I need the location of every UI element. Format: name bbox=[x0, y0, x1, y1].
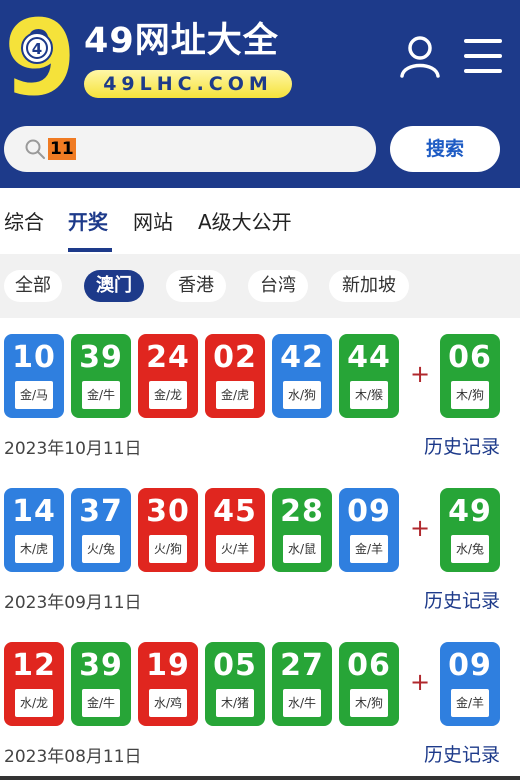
ball-number: 06 bbox=[347, 648, 391, 683]
ball-number: 49 bbox=[448, 494, 492, 529]
ball-number: 09 bbox=[347, 494, 391, 529]
logo-ball-number: 4 bbox=[32, 40, 42, 58]
ball-tag: 木/猪 bbox=[216, 689, 254, 717]
search-box[interactable]: 11 bbox=[4, 126, 376, 172]
user-icon[interactable] bbox=[398, 34, 442, 78]
ball-number: 30 bbox=[146, 494, 190, 529]
ball-tag: 水/狗 bbox=[283, 381, 321, 409]
ball-tag: 火/狗 bbox=[149, 535, 187, 563]
ball-number: 05 bbox=[213, 648, 257, 683]
active-tab-indicator bbox=[68, 248, 112, 252]
ball-number: 42 bbox=[280, 340, 324, 375]
history-link[interactable]: 历史记录 bbox=[424, 586, 500, 613]
ball-tag: 水/兔 bbox=[451, 535, 489, 563]
ball-tag: 金/龙 bbox=[149, 381, 187, 409]
special-ball: 09 金/羊 bbox=[440, 642, 500, 726]
ball-tag: 木/狗 bbox=[350, 689, 388, 717]
search-button[interactable]: 搜索 bbox=[390, 126, 500, 172]
history-link[interactable]: 历史记录 bbox=[424, 432, 500, 459]
plus-sign: + bbox=[410, 360, 431, 388]
region-filter: 全部 澳门 香港 台湾 新加坡 bbox=[0, 254, 520, 318]
ball-number: 39 bbox=[79, 648, 123, 683]
number-ball: 39 金/牛 bbox=[71, 642, 131, 726]
number-ball: 06 木/狗 bbox=[339, 642, 399, 726]
region-all[interactable]: 全部 bbox=[4, 270, 62, 302]
search-input[interactable]: 11 bbox=[48, 138, 76, 160]
tab-a-level-public[interactable]: A级大公开 bbox=[198, 206, 292, 235]
draw-result: 14 木/虎 37 火/兔 30 火/狗 45 火/羊 28 水/鼠 09 金/羊 + 49… bbox=[0, 488, 520, 618]
number-ball: 14 木/虎 bbox=[4, 488, 64, 572]
search-icon bbox=[25, 139, 45, 159]
draw-result: 12 水/龙 39 金/牛 19 水/鸡 05 木/猪 27 水/牛 06 木/狗 + 09… bbox=[0, 642, 520, 772]
ball-number: 37 bbox=[79, 494, 123, 529]
number-ball: 12 水/龙 bbox=[4, 642, 64, 726]
ball-number: 14 bbox=[12, 494, 56, 529]
ball-number: 45 bbox=[213, 494, 257, 529]
tab-lottery[interactable]: 开奖 bbox=[68, 206, 108, 235]
domain-badge: 49LHC.COM bbox=[84, 70, 292, 98]
site-logo[interactable]: 9 4 bbox=[4, 10, 76, 102]
plus-sign: + bbox=[410, 668, 431, 696]
number-ball: 45 火/羊 bbox=[205, 488, 265, 572]
ball-number: 12 bbox=[12, 648, 56, 683]
number-ball: 37 火/兔 bbox=[71, 488, 131, 572]
history-link[interactable]: 历史记录 bbox=[424, 740, 500, 767]
ball-number: 10 bbox=[12, 340, 56, 375]
ball-tag: 金/羊 bbox=[350, 535, 388, 563]
ball-tag: 金/羊 bbox=[451, 689, 489, 717]
site-header: 9 4 49网址大全 49LHC.COM 11 搜索 bbox=[0, 0, 520, 188]
draw-date: 2023年10月11日 bbox=[4, 439, 142, 459]
number-ball: 19 水/鸡 bbox=[138, 642, 198, 726]
ball-number: 19 bbox=[146, 648, 190, 683]
ball-tag: 金/牛 bbox=[82, 689, 120, 717]
number-ball: 24 金/龙 bbox=[138, 334, 198, 418]
ball-number: 06 bbox=[448, 340, 492, 375]
number-ball: 44 木/猴 bbox=[339, 334, 399, 418]
special-ball: 06 木/狗 bbox=[440, 334, 500, 418]
region-singapore[interactable]: 新加坡 bbox=[329, 270, 409, 302]
number-ball: 27 水/牛 bbox=[272, 642, 332, 726]
ball-tag: 火/兔 bbox=[82, 535, 120, 563]
ball-number: 02 bbox=[213, 340, 257, 375]
category-tabs: 综合 开奖 网站 A级大公开 bbox=[0, 188, 520, 254]
menu-icon[interactable] bbox=[462, 36, 504, 76]
ball-tag: 水/鼠 bbox=[283, 535, 321, 563]
number-ball: 42 水/狗 bbox=[272, 334, 332, 418]
ball-tag: 水/龙 bbox=[15, 689, 53, 717]
draw-date: 2023年09月11日 bbox=[4, 593, 142, 613]
ball-tag: 水/鸡 bbox=[149, 689, 187, 717]
ball-tag: 金/虎 bbox=[216, 381, 254, 409]
tab-overview[interactable]: 综合 bbox=[4, 206, 44, 235]
ball-tag: 金/牛 bbox=[82, 381, 120, 409]
site-title: 49网址大全 bbox=[84, 21, 279, 61]
ball-tag: 木/虎 bbox=[15, 535, 53, 563]
ball-number: 28 bbox=[280, 494, 324, 529]
region-macau[interactable]: 澳门 bbox=[84, 270, 144, 302]
ball-tag: 木/狗 bbox=[451, 381, 489, 409]
bottom-edge bbox=[0, 776, 520, 780]
number-ball: 02 金/虎 bbox=[205, 334, 265, 418]
region-hongkong[interactable]: 香港 bbox=[166, 270, 226, 302]
draw-result: 10 金/马 39 金/牛 24 金/龙 02 金/虎 42 水/狗 44 木/猴 + 06… bbox=[0, 334, 520, 464]
number-ball: 05 木/猪 bbox=[205, 642, 265, 726]
number-ball: 39 金/牛 bbox=[71, 334, 131, 418]
ball-tag: 火/羊 bbox=[216, 535, 254, 563]
plus-sign: + bbox=[410, 514, 431, 542]
number-ball: 28 水/鼠 bbox=[272, 488, 332, 572]
ball-tag: 金/马 bbox=[15, 381, 53, 409]
number-ball: 09 金/羊 bbox=[339, 488, 399, 572]
ball-number: 39 bbox=[79, 340, 123, 375]
tab-websites[interactable]: 网站 bbox=[133, 206, 173, 235]
ball-number: 44 bbox=[347, 340, 391, 375]
ball-tag: 水/牛 bbox=[283, 689, 321, 717]
region-taiwan[interactable]: 台湾 bbox=[248, 270, 308, 302]
number-ball: 10 金/马 bbox=[4, 334, 64, 418]
ball-number: 24 bbox=[146, 340, 190, 375]
number-ball: 30 火/狗 bbox=[138, 488, 198, 572]
ball-tag: 木/猴 bbox=[350, 381, 388, 409]
ball-number: 09 bbox=[448, 648, 492, 683]
draw-date: 2023年08月11日 bbox=[4, 747, 142, 767]
ball-number: 27 bbox=[280, 648, 324, 683]
special-ball: 49 水/兔 bbox=[440, 488, 500, 572]
